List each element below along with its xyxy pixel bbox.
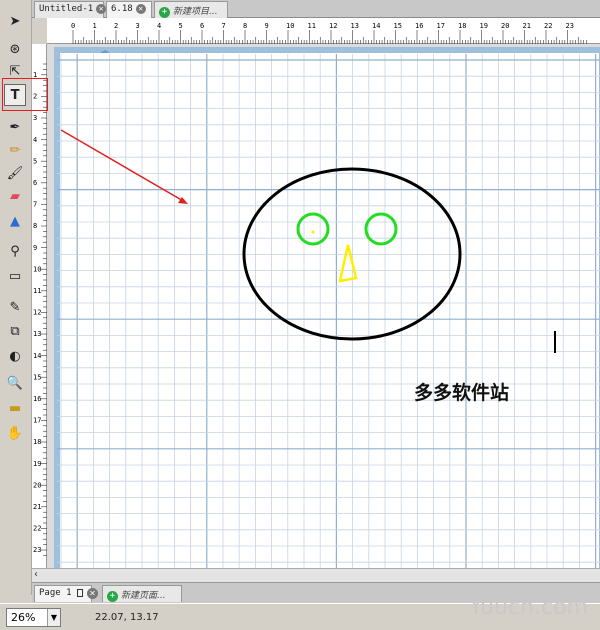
ruler-tick-label: 15 — [394, 22, 402, 30]
ruler-tick-label: 17 — [33, 417, 41, 425]
ruler-tick-label: 12 — [329, 22, 337, 30]
zoom-select[interactable]: 26% ▼ — [6, 608, 61, 627]
rectangle-tool-icon[interactable]: ▭ — [4, 265, 26, 287]
new-page-label: 新建页面... — [121, 591, 166, 601]
ruler-tick-label: 22 — [544, 22, 552, 30]
ruler-tick-label: 18 — [33, 438, 41, 446]
ruler-tick-label: 4 — [157, 22, 161, 30]
ruler-tick-label: 13 — [33, 330, 41, 338]
tab-6-18[interactable]: 6.18 ✕ — [106, 1, 152, 18]
paint-bucket-tool-icon[interactable]: ▲ — [4, 210, 26, 232]
chevron-down-icon[interactable]: ▼ — [47, 609, 60, 626]
ruler-tick-label: 17 — [437, 22, 445, 30]
ruler-tick-label: 7 — [222, 22, 226, 30]
eyedropper-tool-icon[interactable]: ⚲ — [4, 240, 26, 262]
eraser-tool-icon[interactable]: ▰ — [4, 185, 26, 207]
ruler-tick-label: 7 — [33, 201, 37, 209]
page-tab-1[interactable]: Page 1 — [34, 585, 92, 602]
horizontal-ruler[interactable]: 0 1 2 3 4 5 6 7 8 9 10 11 12 13 14 15 16 17 18 19 20 21 22 23 — [47, 18, 600, 44]
pen-tool-icon[interactable]: ✒ — [4, 116, 26, 138]
ruler-tick-label: 1 — [93, 22, 97, 30]
perspective-tool-icon[interactable]: ◐ — [4, 345, 26, 367]
ruler-tick-label: 14 — [372, 22, 380, 30]
brush-tool-icon[interactable]: 🖌 — [4, 162, 26, 184]
ruler-tick-label: 5 — [33, 157, 37, 165]
ruler-tick-label: 22 — [33, 525, 41, 533]
zoom-value: 26% — [11, 611, 36, 624]
tab-new-page[interactable]: + 新建页面... — [102, 585, 182, 602]
ruler-tick-label: 20 — [33, 481, 41, 489]
plus-icon: + — [159, 7, 170, 18]
tab-new-project[interactable]: + 新建项目... — [154, 1, 228, 18]
vertical-ruler[interactable]: 1 2 3 4 5 6 7 8 9 10 11 12 13 14 15 16 17 18 19 20 21 22 23 — [32, 44, 47, 568]
document-tab-bar: Untitled-1 ✕ 6.18 ✕ + 新建项目... — [32, 0, 600, 18]
ruler-tick-label: 4 — [33, 136, 37, 144]
document-canvas[interactable]: 多多软件站 — [47, 44, 600, 568]
ruler-tick-label: 10 — [286, 22, 294, 30]
watermark: Yuucn.com — [469, 595, 588, 620]
canvas-text[interactable]: 多多软件站 — [414, 378, 509, 405]
pencil-tool-icon[interactable]: ✏ — [4, 139, 26, 161]
ruler-tick-label: 10 — [33, 265, 41, 273]
close-icon[interactable]: ✕ — [135, 4, 146, 14]
page-label: Page 1 — [39, 588, 72, 598]
ruler-tick-label: 8 — [33, 222, 37, 230]
ruler-tick-label: 9 — [265, 22, 269, 30]
ruler-tick-label: 6 — [200, 22, 204, 30]
cursor-coordinates: 22.07, 13.17 — [95, 612, 159, 623]
ruler-tick-label: 23 — [566, 22, 574, 30]
left-eye-dot — [311, 230, 315, 234]
ruler-tick-label: 20 — [501, 22, 509, 30]
ruler-tick-label: 23 — [33, 546, 41, 554]
ruler-tick-label: 21 — [523, 22, 531, 30]
ruler-tick-label: 0 — [71, 22, 75, 30]
tab-label: 6.18 — [111, 4, 133, 14]
close-icon[interactable]: ✕ — [87, 588, 98, 599]
tab-label: 新建项目... — [173, 7, 218, 17]
transform-tool-icon[interactable]: ⧉ — [4, 320, 26, 342]
ruler-tick-label: 11 — [33, 287, 41, 295]
ruler-tick-label: 3 — [136, 22, 140, 30]
page-icon — [76, 588, 83, 597]
ruler-tick-label: 6 — [33, 179, 37, 187]
plus-icon: + — [107, 591, 118, 602]
ruler-tick-label: 12 — [33, 309, 41, 317]
ruler-tick-label: 11 — [308, 22, 316, 30]
close-icon[interactable]: ✕ — [96, 4, 107, 14]
ruler-tick-label: 8 — [243, 22, 247, 30]
horizontal-scrollbar[interactable]: ‹ — [32, 568, 600, 582]
ruler-tick-label: 3 — [33, 114, 37, 122]
ruler-tick-label: 16 — [415, 22, 423, 30]
zoom-tool-icon[interactable]: 🔍 — [4, 372, 26, 394]
ruler-tick-label: 19 — [480, 22, 488, 30]
ruler-tick-label: 14 — [33, 352, 41, 360]
ruler-tick-label: 19 — [33, 460, 41, 468]
knife-tool-icon[interactable]: ✎ — [4, 296, 26, 318]
ruler-tick-label: 5 — [179, 22, 183, 30]
tab-untitled-1[interactable]: Untitled-1 ✕ — [34, 1, 107, 18]
ruler-tick-label: 18 — [458, 22, 466, 30]
tab-label: Untitled-1 — [39, 4, 94, 14]
ruler-tick-label: 2 — [114, 22, 118, 30]
scroll-left-icon[interactable]: ‹ — [34, 569, 38, 580]
status-bar: 26% ▼ 22.07, 13.17 Yuucn.com — [0, 595, 600, 630]
ruler-tick-label: 9 — [33, 244, 37, 252]
page-background — [54, 47, 600, 568]
ruler-tick-label: 16 — [33, 395, 41, 403]
ruler-tick-label: 21 — [33, 503, 41, 511]
subselect-tool-icon[interactable]: ⊛ — [4, 38, 26, 60]
measure-tool-icon[interactable]: ▬ — [4, 397, 26, 419]
pointer-tool-icon[interactable]: ➤ — [4, 10, 26, 32]
highlight-box — [2, 78, 48, 111]
hand-tool-icon[interactable]: ✋ — [4, 422, 26, 444]
ruler-tick-label: 15 — [33, 373, 41, 381]
ruler-tick-label: 13 — [351, 22, 359, 30]
